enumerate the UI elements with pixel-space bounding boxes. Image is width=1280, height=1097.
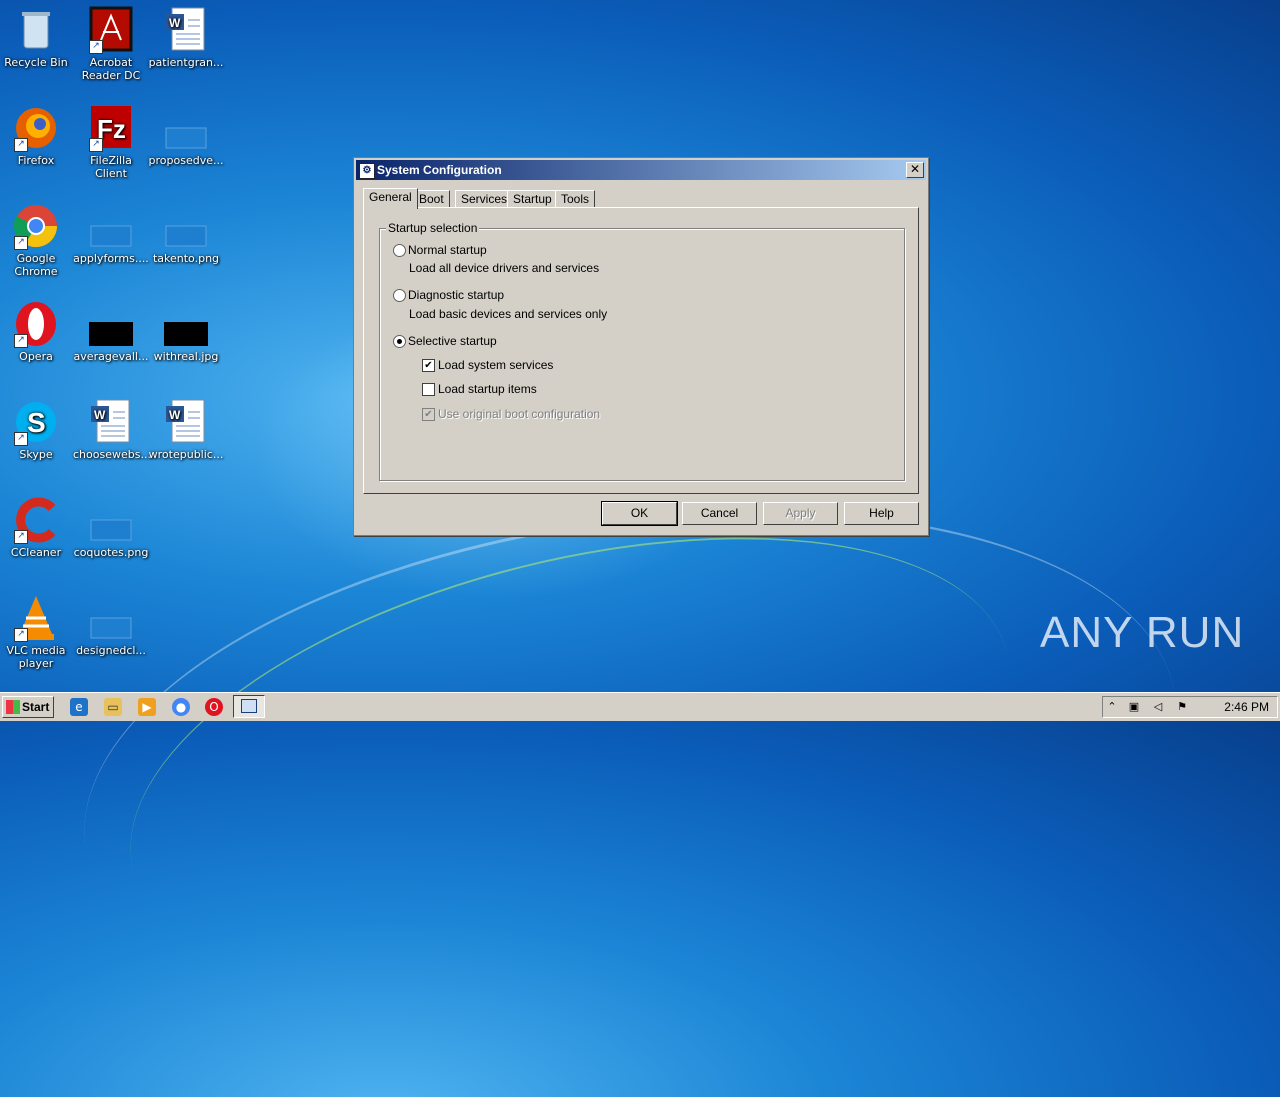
image-file-icon xyxy=(162,300,210,348)
filezilla-icon: Fz ↗ xyxy=(87,104,135,152)
system-configuration-dialog: ⚙ System Configuration ✕ General Boot Se… xyxy=(353,157,929,536)
opera-icon: ↗ xyxy=(12,300,60,348)
cancel-button[interactable]: Cancel xyxy=(682,502,757,525)
svg-text:W: W xyxy=(169,16,181,30)
diagnostic-startup-label[interactable]: Diagnostic startup xyxy=(408,288,504,302)
desktop-icon-firefox[interactable]: ↗ Firefox xyxy=(0,104,74,167)
desktop-icon-applyforms[interactable]: applyforms.... xyxy=(73,202,149,265)
apply-button: Apply xyxy=(763,502,838,525)
desktop-icon-coquotes[interactable]: coquotes.png xyxy=(73,496,149,559)
close-button[interactable]: ✕ xyxy=(906,162,924,178)
shortcut-arrow-icon: ↗ xyxy=(14,138,28,152)
msconfig-icon: ⚙ xyxy=(359,163,375,179)
shortcut-arrow-icon: ↗ xyxy=(14,236,28,250)
shortcut-arrow-icon: ↗ xyxy=(14,628,28,642)
taskbar-system-configuration[interactable] xyxy=(233,695,265,718)
desktop-icon-skype[interactable]: S ↗ Skype xyxy=(0,398,74,461)
volume-icon[interactable]: ◁ xyxy=(1151,700,1165,714)
shortcut-arrow-icon: ↗ xyxy=(14,530,28,544)
load-startup-items-label[interactable]: Load startup items xyxy=(438,382,537,396)
group-title: Startup selection xyxy=(386,221,480,235)
desktop-icon-chrome[interactable]: ↗ Google Chrome xyxy=(0,202,74,278)
word-doc-icon: W xyxy=(162,6,210,54)
normal-startup-description: Load all device drivers and services xyxy=(409,261,600,275)
load-startup-items-checkbox[interactable] xyxy=(422,383,435,396)
normal-startup-radio[interactable] xyxy=(393,244,406,257)
desktop-icon-choosewebs[interactable]: W choosewebs... xyxy=(73,398,151,461)
general-tab-panel: Startup selection Normal startup Load al… xyxy=(363,207,919,494)
ccleaner-icon: ↗ xyxy=(12,496,60,544)
word-doc-icon: W xyxy=(162,398,210,446)
chrome-taskbar-icon[interactable]: ● xyxy=(172,698,190,716)
tab-tools[interactable]: Tools xyxy=(555,190,596,208)
tab-boot[interactable]: Boot xyxy=(413,190,450,208)
help-button[interactable]: Help xyxy=(844,502,919,525)
shortcut-arrow-icon: ↗ xyxy=(89,40,103,54)
word-doc-icon: W xyxy=(87,398,135,446)
load-system-services-checkbox[interactable]: ✔ xyxy=(422,359,435,372)
selective-startup-radio[interactable] xyxy=(393,335,406,348)
diagnostic-startup-description: Load basic devices and services only xyxy=(409,307,608,321)
skype-icon: S ↗ xyxy=(12,398,60,446)
tab-startup[interactable]: Startup xyxy=(507,190,558,208)
desktop-icon-recycle-bin[interactable]: Recycle Bin xyxy=(0,6,74,69)
opera-taskbar-icon[interactable]: O xyxy=(205,698,223,716)
selective-startup-label[interactable]: Selective startup xyxy=(408,334,497,348)
msconfig-task-icon xyxy=(241,699,257,713)
diagnostic-startup-radio[interactable] xyxy=(393,289,406,302)
desktop-icon-takento[interactable]: takento.png xyxy=(148,202,224,265)
action-center-flag-icon[interactable]: ⚑ xyxy=(1175,700,1189,714)
show-hidden-icons-icon[interactable]: ⌃ xyxy=(1105,700,1119,714)
startup-selection-group: Startup selection Normal startup Load al… xyxy=(379,221,905,481)
desktop-icon-filezilla[interactable]: Fz ↗ FileZilla Client xyxy=(73,104,149,180)
desktop-icon-withreal[interactable]: withreal.jpg xyxy=(148,300,224,363)
desktop-icon-wrotepublic[interactable]: W wrotepublic... xyxy=(148,398,224,461)
media-player-icon[interactable]: ▶ xyxy=(138,698,156,716)
system-tray: ⌃ ▣ ◁ ⚑ 2:46 PM xyxy=(1102,696,1278,718)
desktop-icon-proposedve[interactable]: proposedve... xyxy=(148,104,224,167)
svg-text:W: W xyxy=(94,408,106,422)
dialog-title: System Configuration xyxy=(377,163,502,177)
desktop-icon-acrobat[interactable]: ↗ Acrobat Reader DC xyxy=(73,6,149,82)
clock[interactable]: 2:46 PM xyxy=(1224,697,1269,717)
use-original-boot-config-checkbox: ✔ xyxy=(422,408,435,421)
chrome-icon: ↗ xyxy=(12,202,60,250)
ok-button[interactable]: OK xyxy=(601,501,678,526)
svg-text:W: W xyxy=(169,408,181,422)
vlc-icon: ↗ xyxy=(12,594,60,642)
desktop-icon-averagevall[interactable]: averagevall... xyxy=(73,300,149,363)
normal-startup-label[interactable]: Normal startup xyxy=(408,243,487,257)
shortcut-arrow-icon: ↗ xyxy=(14,432,28,446)
use-original-boot-config-label: Use original boot configuration xyxy=(438,407,601,421)
firefox-icon: ↗ xyxy=(12,104,60,152)
acrobat-icon: ↗ xyxy=(87,6,135,54)
anyrun-watermark: ANY RUN xyxy=(1040,608,1245,657)
image-file-icon xyxy=(87,300,135,348)
folder-icon[interactable]: ▭ xyxy=(104,698,122,716)
image-file-icon xyxy=(162,202,210,250)
desktop-icon-vlc[interactable]: ↗ VLC media player xyxy=(0,594,74,670)
image-file-icon xyxy=(87,594,135,642)
desktop-icon-ccleaner[interactable]: ↗ CCleaner xyxy=(0,496,74,559)
desktop-icon-patientgran[interactable]: W patientgran... xyxy=(148,6,224,69)
start-button[interactable]: Start xyxy=(2,696,54,718)
tab-services[interactable]: Services xyxy=(455,190,514,208)
dialog-titlebar[interactable]: ⚙ System Configuration ✕ xyxy=(356,160,926,180)
network-icon[interactable]: ▣ xyxy=(1127,700,1141,714)
desktop-icon-opera[interactable]: ↗ Opera xyxy=(0,300,74,363)
image-file-icon xyxy=(162,104,210,152)
windows-logo-icon xyxy=(6,700,20,714)
svg-text:S: S xyxy=(27,407,46,438)
shortcut-arrow-icon: ↗ xyxy=(14,334,28,348)
load-system-services-label[interactable]: Load system services xyxy=(438,358,553,372)
internet-explorer-icon[interactable]: e xyxy=(70,698,88,716)
desktop-icon-designedcl[interactable]: designedcl... xyxy=(73,594,149,657)
image-file-icon xyxy=(87,496,135,544)
taskbar: Start e ▭ ▶ ● O ⌃ ▣ ◁ ⚑ 2:46 PM xyxy=(0,692,1280,721)
image-file-icon xyxy=(87,202,135,250)
recycle-bin-icon xyxy=(12,6,60,54)
shortcut-arrow-icon: ↗ xyxy=(89,138,103,152)
tab-general[interactable]: General xyxy=(363,188,418,209)
